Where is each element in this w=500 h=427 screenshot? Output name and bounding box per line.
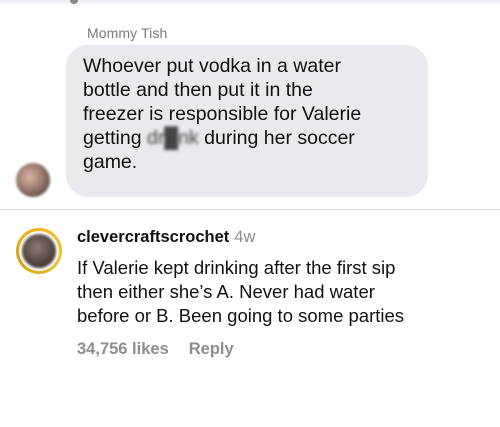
message-sender-name: Mommy Tish bbox=[87, 25, 168, 41]
comment-header: clevercraftscrochet 4w bbox=[77, 227, 255, 247]
reply-button[interactable]: Reply bbox=[189, 340, 234, 358]
message-text: Whoever put vodka in a water bottle and … bbox=[83, 54, 412, 174]
comment-username[interactable]: clevercraftscrochet bbox=[77, 228, 229, 246]
commenter-avatar[interactable] bbox=[22, 234, 56, 268]
likes-count[interactable]: 34,756 likes bbox=[77, 340, 169, 358]
screenshot-page: Mommy Tish Whoever put vodka in a water … bbox=[0, 0, 500, 427]
censored-word: dr█nk bbox=[146, 127, 199, 149]
message-bubble[interactable]: Whoever put vodka in a water bottle and … bbox=[66, 45, 428, 197]
comment-actions: 34,756 likes Reply bbox=[77, 339, 234, 359]
comment-text: If Valerie kept drinking after the first… bbox=[77, 257, 405, 326]
sender-avatar[interactable] bbox=[16, 163, 50, 197]
section-divider bbox=[0, 209, 500, 210]
comment-time-ago: 4w bbox=[234, 228, 256, 246]
